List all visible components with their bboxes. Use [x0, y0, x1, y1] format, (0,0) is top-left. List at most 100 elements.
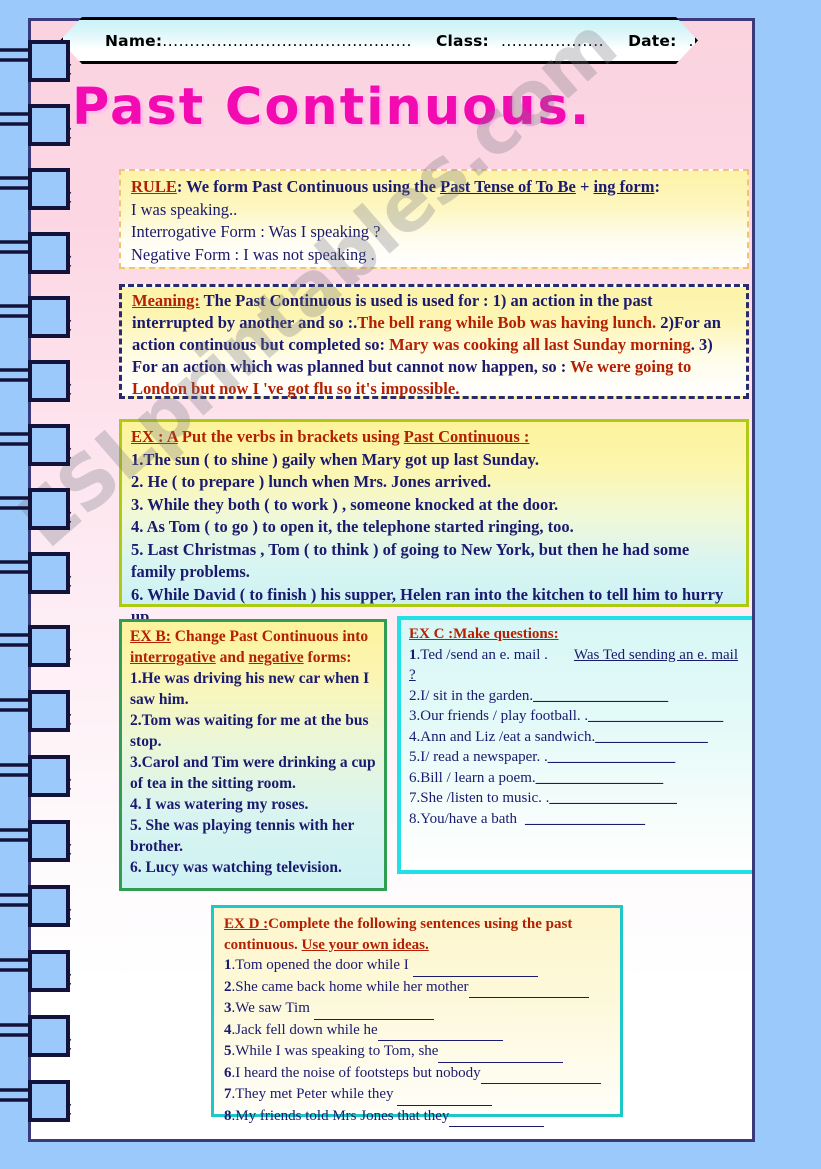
exercise-c-blank[interactable]: __________________ [533, 688, 668, 704]
exercise-d-text: .While I was speaking to Tom, she [231, 1043, 439, 1059]
exercise-d-label: EX D : [224, 916, 269, 932]
exercise-c-text: .You/have a bath [416, 810, 518, 827]
exercise-b-box: EX B: Change Past Continuous into interr… [119, 619, 387, 891]
exercise-b-label: EX B: [130, 628, 171, 645]
rule-line-2: I was speaking.. [131, 199, 238, 219]
exercise-d-blank[interactable] [397, 1084, 493, 1106]
exercise-d-blank[interactable] [480, 1063, 601, 1084]
exercise-d-num: 2 [224, 978, 232, 995]
exercise-c-item: 7.She /listen to music. ._______________… [409, 788, 748, 809]
exercise-d-num: 8 [224, 1107, 232, 1124]
exercise-c-num: 8 [409, 810, 417, 827]
exercise-d-item: 2.She came back home while her mother [224, 977, 610, 998]
exercise-a-item: 4. As Tom ( to go ) to open it, the tele… [131, 517, 574, 536]
exercise-d-item: 8.My friends told Mrs Jones that they [224, 1106, 610, 1127]
exercise-c-blank[interactable]: _______________ [595, 729, 708, 745]
student-info-banner: Name:...................................… [60, 17, 698, 64]
date-field-year[interactable]: /....... [794, 32, 821, 50]
exercise-c-text: .She /listen to music. . [416, 790, 550, 806]
rule-line-1-e: : [654, 177, 660, 196]
rule-box: RULE: We form Past Continuous using the … [119, 169, 749, 269]
class-label: Class: [435, 31, 489, 50]
exercise-c-text: .Our friends / play football. . [416, 708, 589, 724]
exercise-c-num: 7 [409, 790, 417, 806]
exercise-c-num: 2 [409, 687, 417, 704]
rule-line-1-a: : We form Past Continuous using the [176, 177, 441, 196]
exercise-a-instruction-b: Past Continuous : [403, 427, 530, 446]
exercise-b-item: 1.He was driving his new car when I saw … [130, 670, 370, 708]
exercise-b-item: 4. I was watering my roses. [130, 796, 309, 813]
exercise-d-box: EX D :Complete the following sentences u… [211, 905, 623, 1127]
name-field[interactable]: ........................................… [162, 32, 412, 50]
name-label: Name: [105, 31, 163, 50]
exercise-a-instruction: EX : A Put the verbs in brackets using P… [131, 426, 737, 449]
exercise-b-instruction-b: interrogative [130, 649, 216, 666]
exercise-b-item: 5. She was playing tennis with her broth… [130, 817, 355, 855]
exercise-b-item: 3.Carol and Tim were drinking a cup of t… [130, 754, 376, 792]
exercise-c-label: EX C :Make questions: [409, 626, 559, 642]
exercise-c-blank[interactable]: ________________ [525, 811, 645, 827]
exercise-c-text: .Ann and Liz /eat a sandwich. [416, 728, 596, 745]
exercise-c-item: 6.Bill / learn a poem._________________ [409, 768, 748, 789]
exercise-c-blank[interactable]: _________________ [549, 790, 677, 806]
exercise-d-item: 3.We saw Tim [224, 998, 610, 1020]
exercise-d-blank[interactable] [377, 1020, 503, 1041]
exercise-c-num: 1 [409, 646, 417, 663]
exercise-d-num: 5 [224, 1043, 232, 1059]
rule-line-1-c: + [575, 177, 594, 196]
exercise-d-num: 4 [224, 1021, 232, 1038]
exercise-c-item: 1.Ted /send an e. mail . Was Ted sending … [409, 645, 748, 686]
exercise-c-blank[interactable]: _________________ [536, 770, 664, 786]
exercise-b-item: 2.Tom was waiting for me at the bus stop… [130, 712, 369, 750]
exercise-d-blank[interactable] [438, 1041, 564, 1063]
exercise-d-instruction-b: Use your own ideas. [301, 936, 429, 953]
meaning-box: Meaning: The Past Continuous is used is … [119, 284, 749, 399]
exercise-d-item: 7.They met Peter while they [224, 1084, 610, 1106]
exercise-d-text: .My friends told Mrs Jones that they [231, 1107, 450, 1124]
rule-label: RULE [131, 177, 177, 196]
class-field[interactable]: ................... [501, 32, 604, 50]
exercise-c-text: .Bill / learn a poem. [416, 769, 536, 786]
exercise-a-box: EX : A Put the verbs in brackets using P… [119, 419, 749, 626]
exercise-d-blank[interactable] [449, 1106, 545, 1127]
exercise-b-instruction-d: negative [248, 649, 304, 666]
exercise-d-text: .She came back home while her mother [231, 978, 469, 995]
exercise-d-text: .We saw Tim [231, 1000, 314, 1016]
exercise-c-item: 8.You/have a bath ________________ [409, 809, 748, 830]
exercise-d-item: 4.Jack fell down while he [224, 1020, 610, 1041]
exercise-c-num: 5 [409, 749, 417, 765]
meaning-seg-2: The bell rang while Bob was having lunch… [357, 313, 657, 332]
exercise-c-blank[interactable]: __________________ [588, 708, 723, 724]
exercise-c-text: .I/ read a newspaper. . [416, 749, 548, 765]
meaning-label: Meaning: [132, 291, 200, 310]
exercise-d-text: .They met Peter while they [231, 1086, 398, 1102]
meaning-seg-4: Mary was cooking all last Sunday morning [389, 335, 691, 354]
meaning-text: Meaning: The Past Continuous is used is … [132, 290, 736, 400]
exercise-d-blank[interactable] [313, 998, 434, 1020]
exercise-d-item: 5.While I was speaking to Tom, she [224, 1041, 610, 1063]
exercise-d-num: 6 [224, 1064, 232, 1081]
exercise-d-instruction: EX D :Complete the following sentences u… [224, 914, 610, 955]
exercise-d-blank[interactable] [412, 955, 538, 977]
worksheet-page: RULE: We form Past Continuous using the … [28, 18, 755, 1142]
rule-line-1-d: ing form [593, 177, 655, 196]
exercise-c-item: 5.I/ read a newspaper. .________________… [409, 747, 748, 768]
exercise-c-text: .Ted /send an e. mail . [416, 646, 548, 663]
exercise-a-item: 5. Last Christmas , Tom ( to think ) of … [131, 539, 690, 582]
exercise-d-text: .Tom opened the door while I [231, 957, 413, 973]
exercise-c-blank[interactable]: _________________ [548, 749, 676, 765]
exercise-c-item: 2.I/ sit in the garden._________________… [409, 686, 748, 707]
exercise-d-num: 7 [224, 1086, 232, 1102]
exercise-c-num: 3 [409, 708, 417, 724]
exercise-c-num: 6 [409, 769, 417, 786]
exercise-d-num: 3 [224, 1000, 232, 1016]
exercise-d-blank[interactable] [468, 977, 589, 998]
exercise-a-item: 3. While they both ( to work ) , someone… [131, 494, 559, 514]
rule-line-1: RULE: We form Past Continuous using the … [131, 176, 737, 199]
exercise-d-item: 1.Tom opened the door while I [224, 955, 610, 977]
exercise-d-item: 6.I heard the noise of footsteps but nob… [224, 1063, 610, 1084]
rule-line-1-b: Past Tense of To Be [440, 177, 576, 196]
exercise-c-item: 3.Our friends / play football. .________… [409, 706, 748, 727]
exercise-d-text: .I heard the noise of footsteps but nobo… [231, 1064, 481, 1081]
exercise-c-item: 4.Ann and Liz /eat a sandwich.__________… [409, 727, 748, 748]
